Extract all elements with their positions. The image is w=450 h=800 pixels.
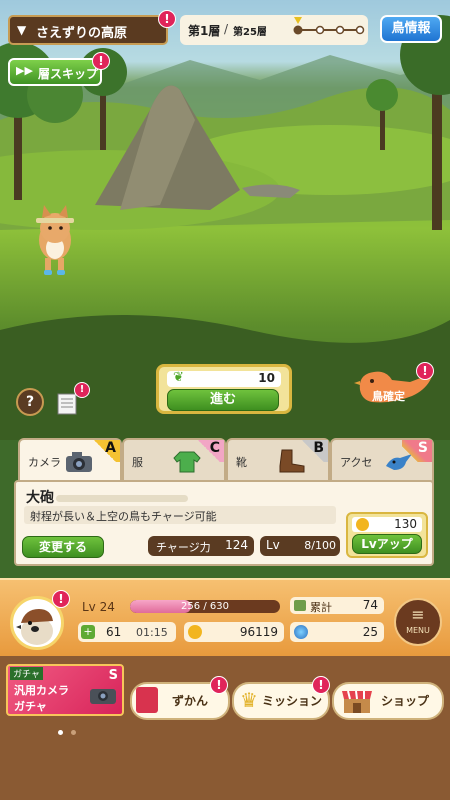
exp-bar: 256 / 630	[130, 600, 280, 613]
book-icon	[136, 687, 158, 713]
avatar-alert-badge: !	[52, 590, 70, 608]
floor-skip-button[interactable]: ▶▶ 層スキップ	[8, 58, 102, 86]
coin-stat: 96119	[184, 622, 284, 642]
leaf-icon: ❦	[173, 370, 184, 385]
bird-info-button[interactable]: 鳥情報	[380, 15, 442, 43]
change-item-label: 変更する	[38, 540, 87, 554]
item-lv-value: 8/100	[304, 539, 336, 552]
floor-current: 第1層	[188, 24, 221, 38]
gacha-rank: S	[108, 668, 118, 683]
advance-count: 10	[258, 371, 275, 385]
total-birds-stat: 累計 74	[290, 597, 384, 614]
total-value: 74	[362, 598, 378, 612]
sparrow-avatar-icon	[16, 609, 53, 645]
advance-label: 進む	[209, 392, 236, 407]
skip-alert-badge: !	[92, 52, 110, 70]
upgrade-cost: 130	[394, 517, 417, 531]
charge-value: 124	[225, 538, 248, 552]
tab-camera[interactable]: カメラ A	[18, 438, 122, 484]
help-icon: ?	[25, 394, 35, 410]
stamina-value: 61	[106, 625, 122, 639]
charge-power-stat: チャージ力 124	[148, 536, 254, 556]
item-lv-label: Lv	[266, 538, 280, 552]
tab-shoes[interactable]: 靴 B	[226, 438, 330, 486]
confirm-bird-label: 鳥確定	[372, 390, 405, 403]
dropdown-triangle-icon: ▼	[17, 23, 27, 37]
help-button[interactable]: ?	[16, 388, 44, 416]
floor-progress-panel: 第1層 / 第25層	[180, 15, 368, 45]
advance-count-box: ❦ 10	[167, 370, 281, 387]
confirm-alert-badge: !	[416, 362, 434, 380]
coin-icon	[356, 518, 369, 531]
charge-label: チャージ力	[156, 541, 211, 554]
menu-label: MENU	[406, 626, 430, 635]
floor-track-icon	[293, 17, 365, 35]
tab-shoes-rank: B	[298, 440, 328, 462]
change-item-button[interactable]: 変更する	[22, 536, 104, 558]
banner-page-indicator	[58, 720, 77, 739]
gacha-title-line2: ガチャ	[14, 700, 47, 713]
stamina-plus-icon[interactable]: +	[81, 625, 95, 639]
gacha-tag: ガチャ	[10, 667, 43, 680]
hamburger-icon: ≡	[411, 605, 425, 624]
floor-skip-label: 層スキップ	[38, 67, 99, 81]
tab-shoes-label: 靴	[236, 456, 247, 469]
missions-alert-badge: !	[312, 676, 330, 694]
item-name: 大砲	[26, 490, 54, 506]
tab-clothes-rank: C	[194, 440, 224, 462]
gem-stat: 25	[290, 622, 384, 642]
fast-forward-icon: ▶▶	[16, 64, 33, 77]
player-level: Lv 24	[82, 600, 115, 614]
item-level-stat: Lv 8/100	[260, 536, 340, 556]
item-detail-panel: 大砲 射程が長い＆上空の鳥もチャージ可能 変更する チャージ力 124 Lv 8…	[14, 480, 434, 566]
item-name-underline	[56, 495, 188, 502]
total-label: 累計	[310, 601, 332, 614]
level-up-panel[interactable]: 130 Lvアップ	[346, 512, 428, 558]
floor-total: 第25層	[233, 27, 267, 38]
menu-button[interactable]: ≡ MENU	[394, 598, 442, 646]
stamina-stat: + 61 01:15	[78, 622, 176, 642]
gacha-title-line1: 汎用カメラ	[14, 684, 69, 697]
location-name: さえずりの高原	[36, 26, 128, 41]
coin-icon	[188, 625, 202, 639]
gacha-camera-icon	[90, 689, 116, 704]
coin-value: 96119	[239, 625, 278, 639]
level-up-button[interactable]: Lvアップ	[352, 534, 422, 554]
advance-panel[interactable]: ❦ 10 進む	[156, 364, 292, 414]
gem-value: 25	[362, 625, 378, 639]
encyclopedia-label: ずかん	[171, 694, 208, 708]
advance-button[interactable]: 進む	[167, 389, 279, 411]
item-description: 射程が長い＆上空の鳥もチャージ可能	[30, 510, 217, 523]
level-up-label: Lvアップ	[361, 537, 413, 551]
tab-camera-rank: A	[90, 440, 120, 462]
gacha-banner[interactable]: ガチャ 汎用カメラ ガチャ S	[6, 664, 124, 716]
missions-label: ミッション	[261, 694, 322, 708]
notes-alert-badge: !	[74, 382, 90, 398]
trophy-icon: ♛	[240, 688, 258, 712]
item-description-box: 射程が長い＆上空の鳥もチャージ可能	[24, 506, 336, 524]
shop-stall-icon	[342, 690, 372, 713]
tab-camera-label: カメラ	[28, 456, 61, 469]
floor-separator: /	[224, 22, 229, 36]
tab-accessory[interactable]: アクセ S	[330, 438, 434, 486]
tab-accessory-label: アクセ	[340, 456, 373, 469]
location-selector[interactable]: ▼ さえずりの高原	[8, 15, 168, 45]
encyclopedia-alert-badge: !	[210, 676, 228, 694]
stamina-timer: 01:15	[136, 626, 168, 639]
total-book-icon	[294, 600, 306, 611]
tab-clothes-label: 服	[132, 456, 143, 469]
exp-text: 256 / 630	[181, 601, 229, 612]
shop-button[interactable]: ショップ	[332, 682, 444, 720]
bird-info-label: 鳥情報	[391, 21, 431, 36]
gem-icon	[294, 625, 308, 639]
shop-label: ショップ	[380, 694, 429, 708]
upgrade-cost-box: 130	[352, 517, 422, 532]
player-status-bar: ! Lv 24 256 / 630 累計 74 + 61 01:15 96119…	[0, 578, 450, 656]
tab-accessory-rank: S	[402, 440, 432, 462]
location-alert-badge: !	[158, 10, 176, 28]
tab-clothes[interactable]: 服 C	[122, 438, 226, 486]
